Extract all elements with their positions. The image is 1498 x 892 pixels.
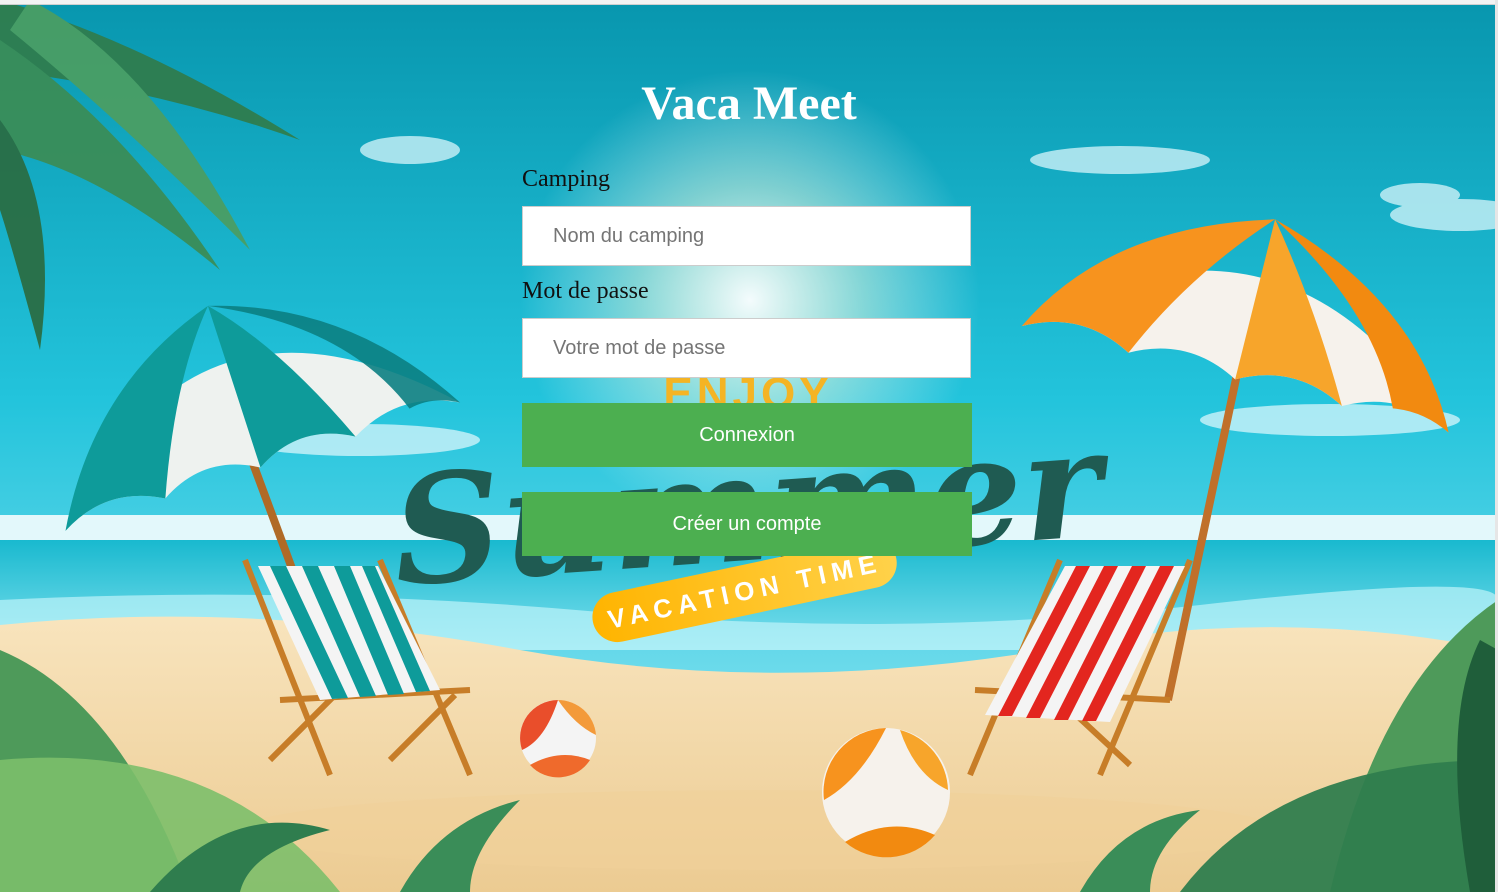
window-top-border [0,0,1498,5]
camping-label: Camping [522,166,610,192]
create-account-button[interactable]: Créer un compte [522,492,972,556]
camping-name-input[interactable] [522,206,971,266]
app-title: Vaca Meet [641,77,857,130]
login-button[interactable]: Connexion [522,403,972,467]
password-input[interactable] [522,318,971,378]
password-label: Mot de passe [522,278,649,304]
